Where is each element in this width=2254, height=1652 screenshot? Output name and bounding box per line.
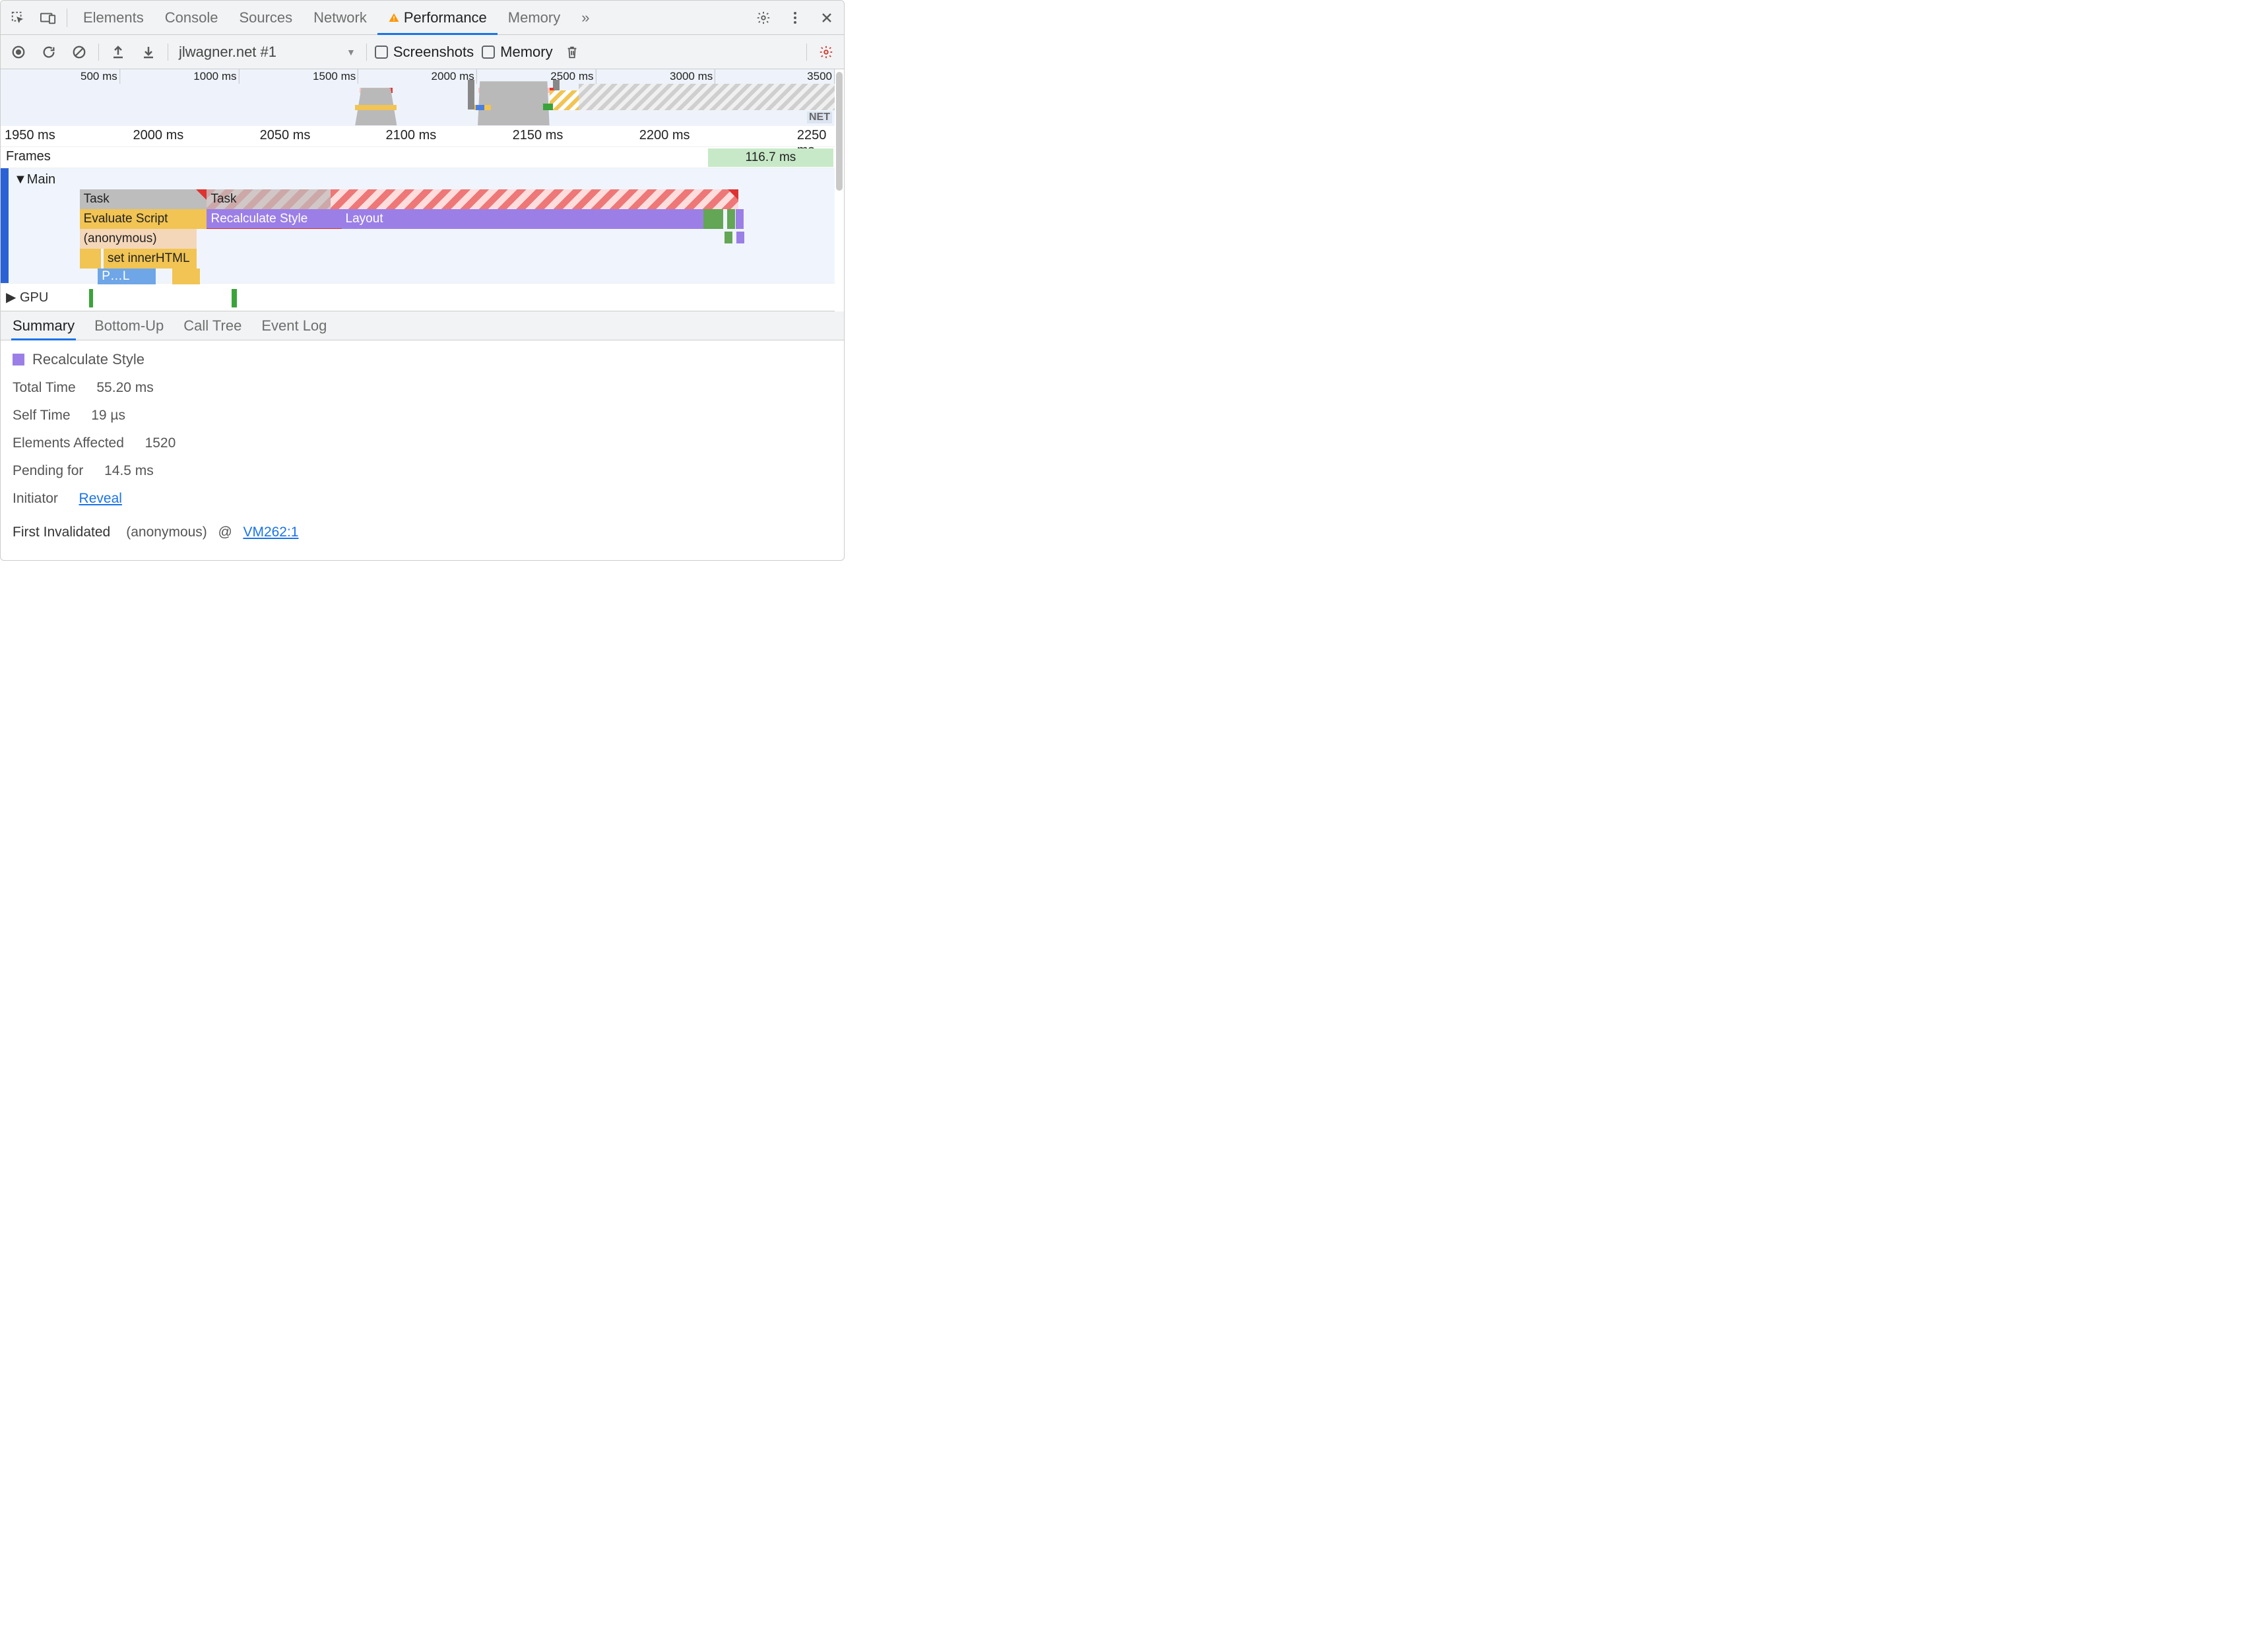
separator [366,44,367,61]
settings-gear-icon[interactable] [750,5,777,31]
kebab-menu-icon[interactable] [782,5,808,31]
tab-summary[interactable]: Summary [11,312,76,340]
set-innerhtml-bar[interactable]: set innerHTML [104,249,197,269]
device-toolbar-icon[interactable] [35,5,61,31]
summary-initiator: Initiator Reveal [13,491,832,507]
summary-row: Pending for 14.5 ms [13,463,832,479]
tab-overflow[interactable]: » [571,1,600,34]
tab-memory[interactable]: Memory [498,1,571,34]
paint-bar[interactable] [724,232,732,243]
frame-chip[interactable]: 116.7 ms [708,148,833,167]
summary-row: Self Time 19 µs [13,408,832,424]
frames-lane[interactable]: Frames 116.7 ms [1,147,835,168]
warning-icon [388,12,400,24]
close-devtools-icon[interactable] [814,5,840,31]
task-bar[interactable]: Task [80,189,207,209]
panel-tabs: Elements Console Sources Network Perform… [73,1,600,34]
summary-panel: Recalculate Style Total Time 55.20 ms Se… [1,340,844,560]
tab-sources[interactable]: Sources [228,1,303,34]
d-tick: 2100 ms [386,128,437,143]
recalculate-style-bar[interactable]: Recalculate Style [207,209,341,229]
parse-bar[interactable]: P…L [98,269,156,284]
download-icon[interactable] [137,41,160,63]
record-icon[interactable] [7,41,30,63]
tab-event-log[interactable]: Event Log [260,312,328,340]
performance-toolbar: jlwagner.net #1 ▼ Screenshots Memory [1,35,844,69]
d-tick: 2150 ms [513,128,564,143]
caret-down-icon: ▼ [346,47,356,57]
summary-row: Total Time 55.20 ms [13,380,832,396]
devtools-window: Elements Console Sources Network Perform… [0,0,845,561]
ov-tick: 3500 [804,69,835,83]
cpu-floor [476,105,484,110]
tab-call-tree[interactable]: Call Tree [182,312,243,340]
reload-record-icon[interactable] [38,41,60,63]
ov-tick: 3000 ms [667,69,715,83]
detail-ruler[interactable]: 1950 ms 2000 ms 2050 ms 2100 ms 2150 ms … [1,126,835,147]
net-label: NET [807,111,832,123]
overview-minimap[interactable]: 500 ms 1000 ms 1500 ms 2000 ms 2500 ms 3… [1,69,835,126]
separator [806,44,807,61]
layout-bar[interactable]: Layout [342,209,703,229]
cpu-shape [478,79,550,125]
inspect-element-icon[interactable] [5,5,31,31]
separator [98,44,99,61]
paint-bar[interactable] [703,209,723,229]
gpu-event[interactable] [89,289,93,307]
clear-icon[interactable] [68,41,90,63]
flame-canvas[interactable]: ▼Main Task Task Evaluate Script Recalcul… [9,168,835,283]
gpu-event[interactable] [232,289,237,307]
devtools-top-toolbar: Elements Console Sources Network Perform… [1,1,844,35]
ov-tick: 1500 ms [310,69,358,83]
style-bar[interactable] [736,209,744,229]
long-task-bar[interactable] [331,189,738,209]
d-tick: 1950 ms [5,128,55,143]
overview-ruler: 500 ms 1000 ms 1500 ms 2000 ms 2500 ms 3… [1,69,835,84]
tab-elements[interactable]: Elements [73,1,154,34]
overview-net-lane: NET [1,110,835,126]
color-swatch [13,354,24,365]
selection-handle[interactable] [468,80,474,110]
gpu-label: ▶ GPU [6,289,48,305]
cpu-floor [355,105,397,110]
summary-first-invalidated: First Invalidated (anonymous) @ VM262:1 [13,524,832,540]
evaluate-script-bar[interactable]: Evaluate Script [80,209,207,229]
reveal-link[interactable]: Reveal [79,491,122,507]
cpu-hatch [550,90,579,110]
detail-tabs: Summary Bottom-Up Call Tree Event Log [1,311,844,340]
capture-settings-gear-icon[interactable] [815,41,837,63]
script-bar[interactable] [172,269,201,284]
anonymous-bar[interactable]: (anonymous) [80,229,197,249]
cpu-idle-hatch [579,84,835,110]
tab-bottom-up[interactable]: Bottom-Up [93,312,165,340]
summary-title: Recalculate Style [13,351,832,368]
style-bar[interactable] [736,232,744,243]
script-bar[interactable] [80,249,102,269]
session-dropdown[interactable]: jlwagner.net #1 ▼ [176,44,358,61]
d-tick: 2200 ms [639,128,690,143]
memory-checkbox[interactable]: Memory [482,44,552,61]
timeline-area: 500 ms 1000 ms 1500 ms 2000 ms 2500 ms 3… [1,69,844,311]
upload-icon[interactable] [107,41,129,63]
task-bar[interactable]: Task [207,189,331,209]
cpu-floor [543,104,553,110]
paint-bar[interactable] [727,209,735,229]
gpu-lane[interactable]: ▶ GPU [1,284,835,311]
summary-row: Elements Affected 1520 [13,435,832,451]
frames-label: Frames [6,149,51,164]
main-flame-chart: ▼Main Task Task Evaluate Script Recalcul… [1,168,835,284]
screenshots-checkbox[interactable]: Screenshots [375,44,474,61]
tab-performance[interactable]: Performance [377,1,498,34]
d-tick: 2050 ms [260,128,311,143]
tab-network[interactable]: Network [303,1,377,34]
d-tick: 2000 ms [133,128,184,143]
vertical-scrollbar[interactable] [835,69,844,311]
ov-tick: 1000 ms [191,69,239,83]
track-gutter [1,168,9,283]
tab-console[interactable]: Console [154,1,229,34]
main-label: ▼Main [14,172,55,187]
collect-garbage-icon[interactable] [561,41,583,63]
vm-source-link[interactable]: VM262:1 [243,524,298,540]
ov-tick: 500 ms [78,69,120,83]
